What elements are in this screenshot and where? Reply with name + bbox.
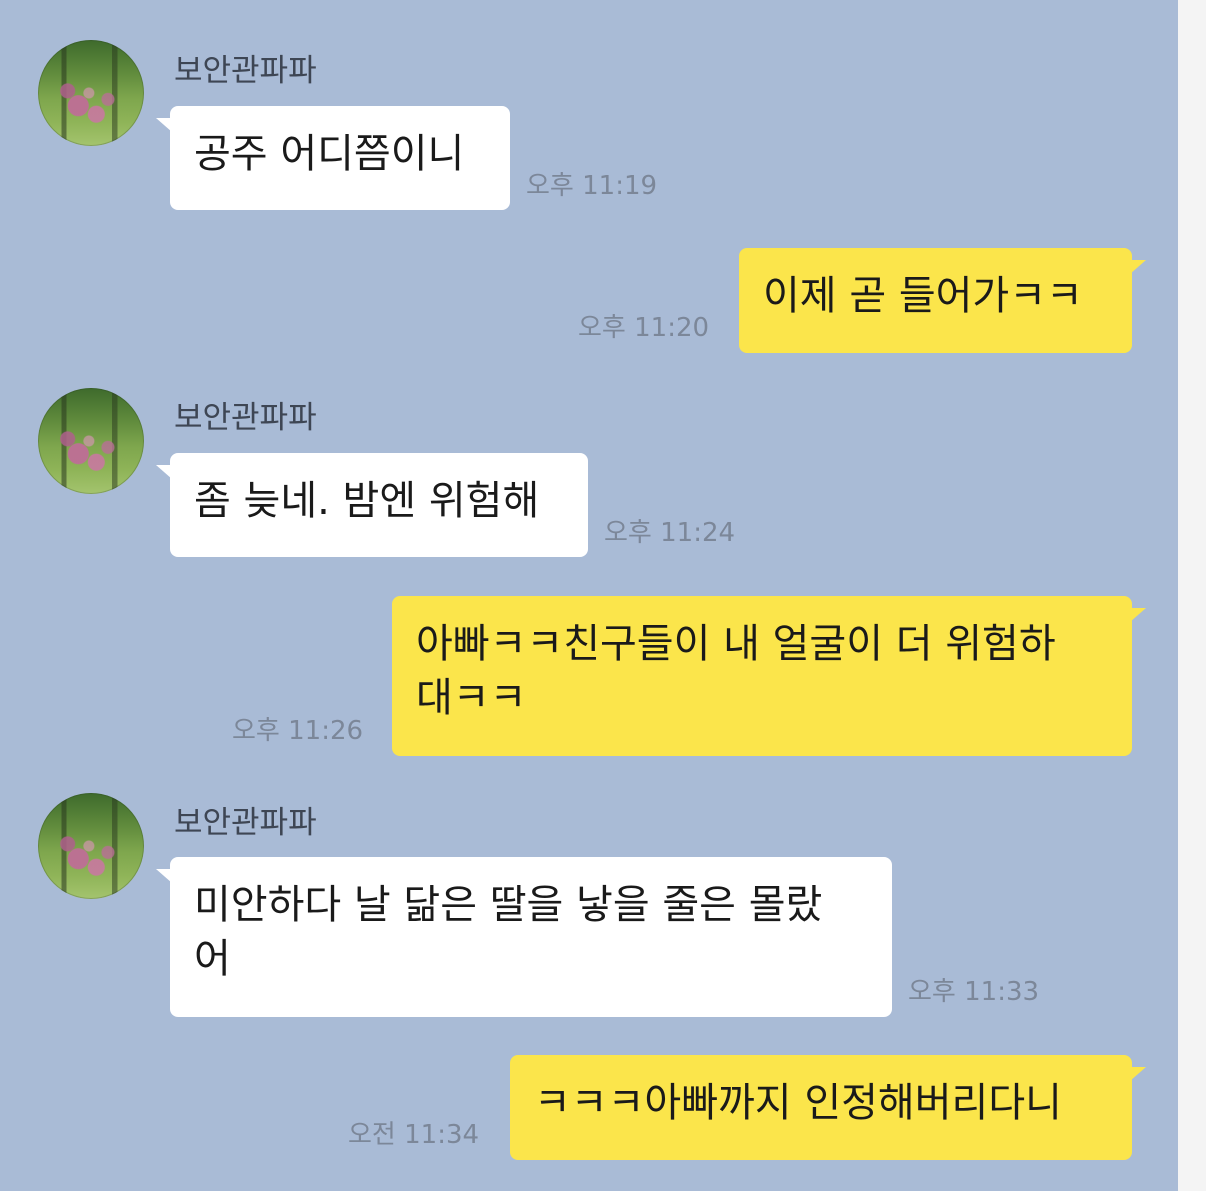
chat-area[interactable]: 보안관파파 공주 어디쯤이니 오후 11:19 오후 11:20 이제 곧 들어…	[0, 0, 1178, 1191]
message-text: 공주 어디쯤이니	[194, 131, 465, 177]
message-text-line: 아빠ㅋㅋ친구들이 내 얼굴이 더 위험하	[416, 621, 1056, 667]
message-timestamp: 오후 11:19	[526, 171, 658, 201]
message-text-line: 대ㅋㅋ	[416, 675, 527, 721]
message-text: ㅋㅋㅋ아빠까지 인정해버리다니	[534, 1080, 1062, 1126]
message-text-line: 미안하다 날 닮은 딸을 낳을 줄은 몰랐	[194, 882, 823, 928]
sender-avatar[interactable]	[38, 793, 144, 899]
message-bubble-outgoing[interactable]: 아빠ㅋㅋ친구들이 내 얼굴이 더 위험하 대ㅋㅋ	[392, 596, 1146, 756]
message-bubble-outgoing[interactable]: ㅋㅋㅋ아빠까지 인정해버리다니	[510, 1055, 1146, 1160]
sender-name: 보안관파파	[174, 805, 317, 841]
sender-name: 보안관파파	[174, 400, 317, 436]
message-bubble-incoming[interactable]: 공주 어디쯤이니	[156, 106, 510, 210]
message-timestamp: 오후 11:24	[604, 518, 736, 548]
sender-name: 보안관파파	[174, 53, 317, 89]
sender-avatar[interactable]	[38, 388, 144, 494]
message-bubble-outgoing[interactable]: 이제 곧 들어가ㅋㅋ	[739, 248, 1146, 353]
message-timestamp: 오후 11:33	[908, 977, 1040, 1007]
message-timestamp: 오후 11:20	[578, 313, 710, 343]
message-text-line: 어	[194, 936, 231, 982]
message-text: 이제 곧 들어가ㅋㅋ	[763, 273, 1083, 319]
message-timestamp: 오후 11:26	[232, 716, 364, 746]
message-text: 좀 늦네. 밤엔 위험해	[194, 478, 540, 524]
sender-avatar[interactable]	[38, 40, 144, 146]
message-bubble-incoming[interactable]: 미안하다 날 닮은 딸을 낳을 줄은 몰랐 어	[156, 857, 892, 1017]
message-bubble-incoming[interactable]: 좀 늦네. 밤엔 위험해	[156, 453, 588, 557]
message-timestamp: 오전 11:34	[348, 1120, 480, 1150]
screen-edge	[1178, 0, 1206, 1191]
